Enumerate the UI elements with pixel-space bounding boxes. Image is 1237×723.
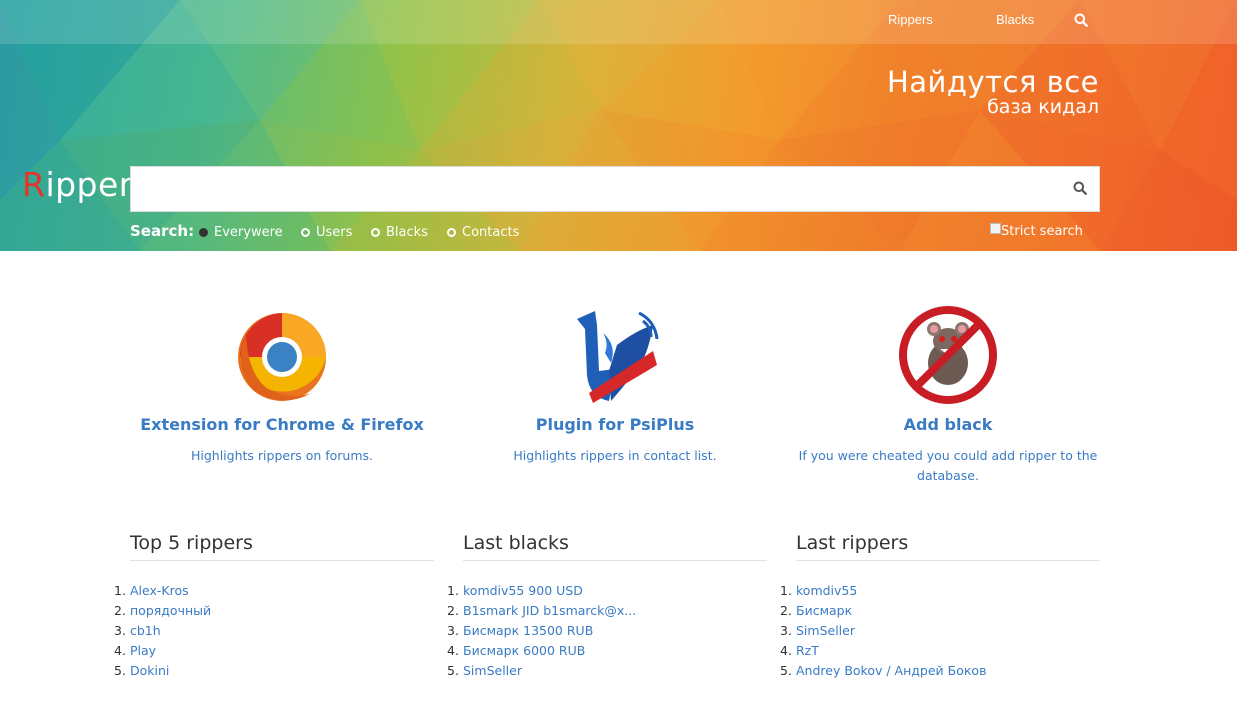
radio-blacks[interactable]: Blacks — [371, 225, 428, 240]
last-rippers-list: 1. komdiv55 2. Бисмарк 3. SimSeller 4. RzT 5… — [780, 581, 1100, 681]
list-item-link[interactable]: Play — [130, 643, 156, 658]
search-icon — [1073, 181, 1087, 198]
feature-add-black: Add black If you were cheated you could … — [781, 305, 1115, 486]
psiplus-icon[interactable] — [565, 305, 665, 405]
search-submit-button[interactable] — [1061, 167, 1099, 211]
list-item: 3. SimSeller — [780, 623, 855, 638]
radio-label: Everywere — [214, 225, 283, 240]
list-item: 3. Бисмарк 13500 RUB — [447, 623, 594, 638]
search-input[interactable] — [131, 167, 1063, 211]
list-item-link[interactable]: komdiv55 900 USD — [463, 583, 583, 598]
list-item: 1. Alex-Kros — [114, 583, 189, 598]
radio-label: Contacts — [462, 225, 520, 240]
list-item: 1. komdiv55 — [780, 583, 858, 598]
list-item-link[interactable]: komdiv55 — [796, 583, 857, 598]
list-item: 2. порядочный — [114, 603, 212, 618]
last-blacks-list: 1. komdiv55 900 USD 2. B1smark JID b1smarc… — [447, 581, 767, 681]
strict-search-label: Strict search — [1001, 224, 1083, 239]
chrome-firefox-icon[interactable] — [232, 305, 332, 405]
section-title: Last blacks — [463, 532, 767, 561]
radio-users[interactable]: Users — [301, 225, 352, 240]
nav-blacks-link[interactable]: Blacks — [996, 12, 1034, 27]
strict-search-checkbox[interactable]: Strict search — [990, 223, 1083, 239]
feature-description: Highlights rippers in contact list. — [513, 448, 717, 463]
list-item: 4. Бисмарк 6000 RUB — [447, 643, 586, 658]
top-rippers-list: 1. Alex-Kros 2. порядочный 3. cb1h 4. Play 5… — [114, 581, 434, 681]
list-item: 5. SimSeller — [447, 663, 522, 678]
list-item: 4. Play — [114, 643, 157, 658]
last-blacks-section: Last blacks 1. komdiv55 900 USD 2. B1smark… — [447, 532, 767, 681]
radio-selected-icon — [199, 228, 208, 237]
feature-extension: Extension for Chrome & Firefox Highlight… — [115, 305, 449, 466]
list-item: 2. B1smark JID b1smarck@x... — [447, 603, 637, 618]
last-rippers-section: Last rippers 1. komdiv55 2. Бисмарк 3. SimS… — [780, 532, 1100, 681]
list-item-link[interactable]: Бисмарк 13500 RUB — [463, 623, 593, 638]
radio-label: Users — [316, 225, 353, 240]
site-logo[interactable]: Ripper — [22, 165, 133, 204]
feature-description: If you were cheated you could add ripper… — [798, 448, 1098, 483]
radio-icon — [301, 228, 310, 237]
nav-rippers-link[interactable]: Rippers — [888, 12, 933, 27]
top-rippers-section: Top 5 rippers 1. Alex-Kros 2. порядочный 3… — [114, 532, 434, 681]
list-item-link[interactable]: Dokini — [130, 663, 169, 678]
list-item-link[interactable]: порядочный — [130, 603, 211, 618]
list-item: 3. cb1h — [114, 623, 161, 638]
logo-rest: ipper — [45, 165, 133, 204]
radio-label: Blacks — [386, 225, 428, 240]
top-navbar: Rippers Blacks — [0, 0, 1237, 44]
list-item: 4. RzT — [780, 643, 819, 658]
list-item-link[interactable]: Бисмарк — [796, 603, 852, 618]
search-icon[interactable] — [1074, 12, 1090, 28]
list-item-link[interactable]: Alex-Kros — [130, 583, 189, 598]
list-item-link[interactable]: Бисмарк 6000 RUB — [463, 643, 585, 658]
section-title: Top 5 rippers — [130, 532, 434, 561]
radio-icon — [447, 228, 456, 237]
list-item: 1. komdiv55 900 USD — [447, 583, 583, 598]
section-title: Last rippers — [796, 532, 1100, 561]
radio-icon — [371, 228, 380, 237]
list-item-link[interactable]: Andrey Bokov / Андрей Боков — [796, 663, 986, 678]
list-item-link[interactable]: B1smark JID b1smarck@x... — [463, 603, 636, 618]
no-rat-icon[interactable] — [898, 305, 998, 405]
list-item: 2. Бисмарк — [780, 603, 853, 618]
feature-title-link[interactable]: Plugin for PsiPlus — [448, 415, 782, 434]
list-item-link[interactable]: RzT — [796, 643, 819, 658]
list-item-link[interactable]: SimSeller — [463, 663, 522, 678]
feature-title-link[interactable]: Add black — [781, 415, 1115, 434]
list-item: 5. Andrey Bokov / Андрей Боков — [780, 663, 987, 678]
search-label: Search: — [130, 222, 195, 240]
hero-banner: Rippers Blacks Найдутся все база кидал R… — [0, 0, 1237, 251]
feature-description: Highlights rippers on forums. — [190, 448, 374, 463]
list-item-link[interactable]: SimSeller — [796, 623, 855, 638]
list-item-link[interactable]: cb1h — [130, 623, 161, 638]
search-options: Search: Everywere Users Blacks Contacts … — [130, 222, 1100, 246]
feature-plugin: Plugin for PsiPlus Highlights rippers in… — [448, 305, 782, 466]
checkbox-icon[interactable] — [990, 223, 1001, 234]
logo-first-letter: R — [22, 165, 46, 204]
slogan-title: Найдутся все — [886, 65, 1099, 99]
radio-contacts[interactable]: Contacts — [447, 225, 519, 240]
slogan-subtitle: база кидал — [987, 96, 1099, 118]
radio-everywhere[interactable]: Everywere — [199, 225, 283, 240]
feature-title-link[interactable]: Extension for Chrome & Firefox — [115, 415, 449, 434]
search-box — [130, 166, 1100, 212]
list-item: 5. Dokini — [114, 663, 170, 678]
